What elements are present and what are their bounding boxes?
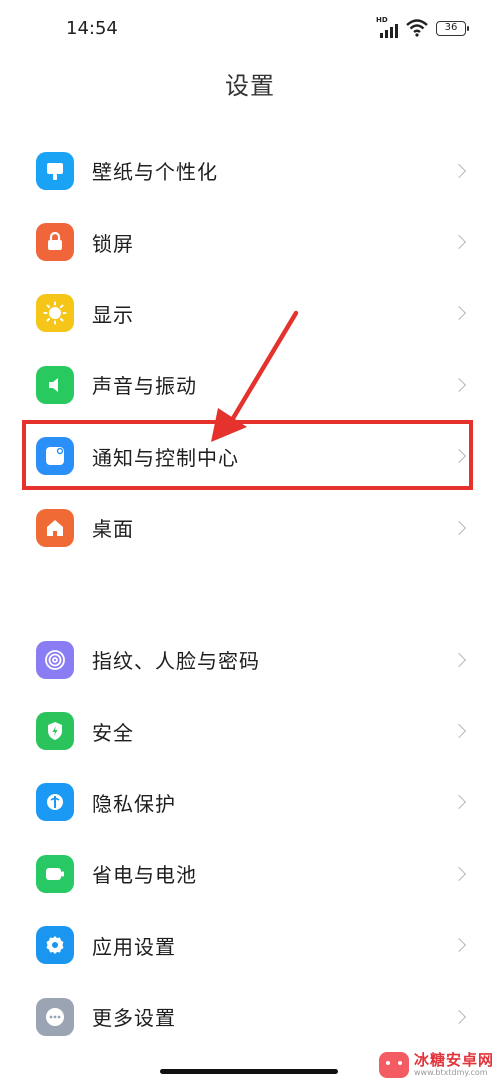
- chevron-right-icon: [451, 652, 467, 667]
- settings-item-label: 安全: [92, 720, 134, 745]
- settings-item-lockscreen[interactable]: 锁屏: [0, 206, 500, 277]
- status-bar: 14:54 HD 36: [0, 0, 500, 60]
- settings-item-label: 壁纸与个性化: [92, 160, 218, 185]
- settings-item-sound[interactable]: 声音与振动: [0, 349, 500, 420]
- watermark: 冰糖安卓网 www.btxtdmy.com: [378, 1050, 494, 1078]
- battery-icon: [36, 854, 74, 893]
- settings-item-label: 桌面: [92, 517, 134, 542]
- settings-item-label: 更多设置: [92, 1006, 176, 1031]
- more-icon: [36, 997, 74, 1036]
- settings-item-label: 应用设置: [92, 934, 176, 959]
- shield-icon: [36, 712, 74, 751]
- watermark-name: 冰糖安卓网: [413, 1050, 494, 1069]
- settings-group-1: 壁纸与个性化 锁屏 显示 声音与振动 通知与控制中心 桌面: [0, 135, 500, 563]
- highlight-box: [22, 420, 473, 490]
- hd-badge: HD: [376, 16, 388, 24]
- chevron-right-icon: [451, 866, 467, 881]
- settings-item-biometrics[interactable]: 指纹、人脸与密码: [0, 624, 500, 695]
- settings-item-label: 声音与振动: [92, 374, 197, 399]
- chevron-right-icon: [451, 1009, 467, 1024]
- chevron-right-icon: [451, 938, 467, 953]
- status-time: 14:54: [66, 18, 118, 39]
- settings-item-apps[interactable]: 应用设置: [0, 910, 500, 981]
- sun-icon: [36, 294, 74, 333]
- chevron-right-icon: [451, 306, 467, 321]
- watermark-logo: [378, 1052, 409, 1078]
- signal-icon: HD: [376, 16, 398, 38]
- fingerprint-icon: [36, 640, 74, 679]
- home-icon: [36, 508, 74, 547]
- settings-item-label: 显示: [92, 302, 134, 327]
- palette-icon: [36, 151, 74, 190]
- settings-item-more[interactable]: 更多设置: [0, 981, 500, 1052]
- settings-item-label: 锁屏: [92, 231, 134, 256]
- privacy-icon: [36, 783, 74, 822]
- status-icons: HD 36: [376, 16, 469, 38]
- settings-group-2: 指纹、人脸与密码 安全 隐私保护 省电与电池 应用设置 更多设置: [0, 624, 500, 1052]
- lock-icon: [36, 223, 74, 262]
- settings-item-label: 省电与电池: [92, 863, 197, 888]
- chevron-right-icon: [451, 235, 467, 250]
- chevron-right-icon: [451, 724, 467, 739]
- chevron-right-icon: [451, 795, 467, 810]
- settings-item-label: 指纹、人脸与密码: [92, 649, 260, 674]
- settings-item-privacy[interactable]: 隐私保护: [0, 767, 500, 838]
- gear-icon: [36, 926, 74, 965]
- chevron-right-icon: [451, 163, 467, 178]
- wifi-icon: [406, 19, 428, 37]
- battery-indicator: 36: [436, 20, 469, 36]
- settings-item-wallpaper[interactable]: 壁纸与个性化: [0, 135, 500, 206]
- page-title: 设置: [225, 72, 275, 100]
- home-indicator[interactable]: [160, 1069, 338, 1074]
- speaker-icon: [36, 365, 74, 404]
- chevron-right-icon: [451, 520, 467, 535]
- settings-item-desktop[interactable]: 桌面: [0, 492, 500, 563]
- settings-item-label: 隐私保护: [92, 791, 176, 816]
- settings-item-security[interactable]: 安全: [0, 695, 500, 766]
- settings-item-display[interactable]: 显示: [0, 278, 500, 349]
- chevron-right-icon: [451, 377, 467, 392]
- watermark-url: www.btxtdmy.com: [413, 1067, 488, 1077]
- settings-item-battery[interactable]: 省电与电池: [0, 838, 500, 909]
